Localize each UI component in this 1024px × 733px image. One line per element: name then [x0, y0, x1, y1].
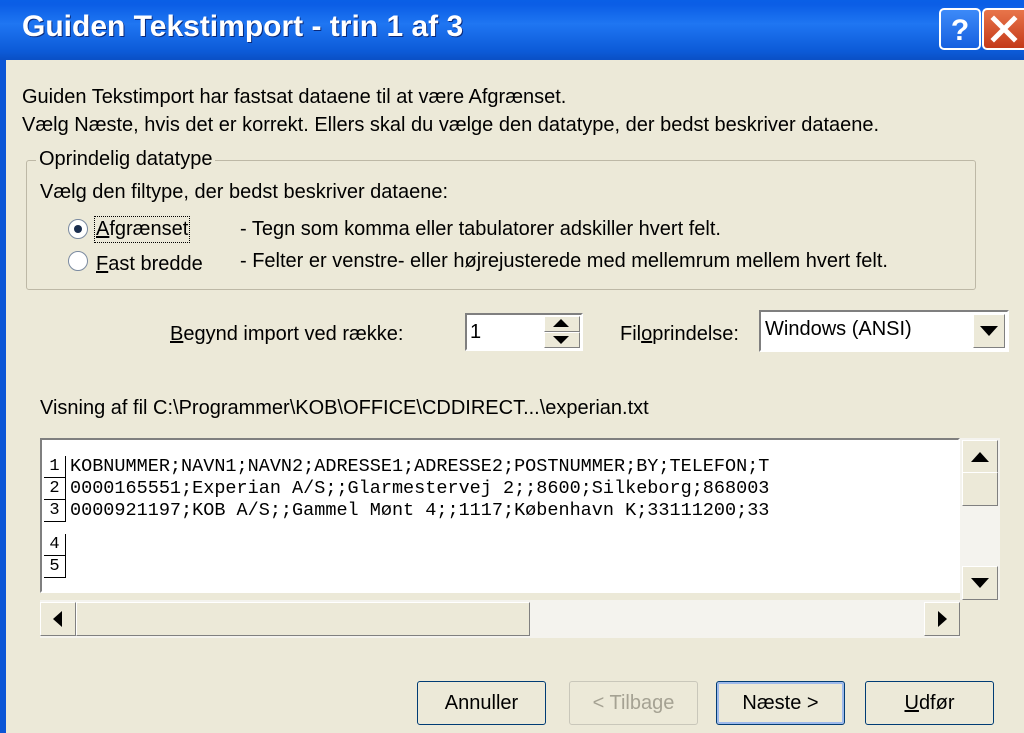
spin-up-button[interactable] [544, 316, 580, 332]
scroll-up-button[interactable] [962, 440, 998, 474]
chevron-down-icon [980, 326, 998, 336]
up-arrow-icon [971, 452, 989, 462]
finish-button[interactable]: Udfør [865, 681, 994, 725]
next-button[interactable]: Næste > [716, 681, 845, 725]
scroll-left-button[interactable] [40, 602, 76, 636]
radio-dot [74, 225, 82, 233]
accel-key: A [96, 218, 110, 240]
close-icon [990, 15, 1018, 43]
window-title: Guiden Tekstimport - trin 1 af 3 [22, 10, 464, 43]
window-frame [0, 60, 6, 733]
row-number: 3 [44, 500, 66, 522]
horizontal-scrollbar[interactable] [40, 600, 960, 638]
file-preview[interactable]: 1 KOBNUMMER;NAVN1;NAVN2;ADRESSE1;ADRESSE… [40, 438, 960, 593]
intro-line-1: Guiden Tekstimport har fastsat dataene t… [22, 86, 567, 108]
preview-row: 0000921197;KOB A/S;;Gammel Mønt 4;;1117;… [70, 500, 770, 521]
accel-key: o [641, 323, 653, 345]
radio-delimited[interactable] [68, 219, 88, 239]
accel-key: B [170, 323, 184, 345]
label-rest: dfør [918, 692, 955, 714]
help-icon: ? [951, 14, 969, 47]
file-origin-select[interactable]: Windows (ANSI) [759, 310, 1009, 352]
close-button[interactable] [982, 8, 1024, 50]
left-arrow-icon [53, 611, 62, 627]
title-bar: Guiden Tekstimport - trin 1 af 3 ? [0, 0, 1024, 60]
file-origin-label: Filoprindelse: [620, 323, 739, 346]
file-origin-value: Windows (ANSI) [765, 318, 912, 340]
label-rest: egynd import ved række: [183, 323, 404, 345]
start-row-input[interactable] [470, 317, 540, 347]
up-arrow-icon [553, 319, 569, 327]
row-number: 5 [44, 556, 66, 578]
scroll-right-button[interactable] [924, 602, 960, 636]
svg-text:?: ? [951, 14, 969, 47]
filetype-prompt: Vælg den filtype, der bedst beskriver da… [40, 181, 449, 203]
vertical-scrollbar[interactable] [960, 438, 1000, 600]
accel-key: F [96, 253, 109, 275]
dropdown-button[interactable] [973, 314, 1005, 348]
radio-fixed-width-description: - Felter er venstre- eller højrejustered… [240, 250, 888, 272]
scroll-down-button[interactable] [962, 566, 998, 600]
row-number: 4 [44, 534, 66, 556]
intro-line-2: Vælg Næste, hvis det er korrekt. Ellers … [22, 114, 880, 136]
accel-key: U [904, 692, 919, 714]
row-number: 2 [44, 478, 66, 500]
radio-fixed-width-label[interactable]: Fast bredde [96, 253, 203, 276]
radio-delimited-label[interactable]: Afgrænset [93, 216, 191, 243]
label-rest: fgrænset [109, 218, 189, 240]
vertical-scroll-thumb[interactable] [962, 472, 998, 506]
down-arrow-icon [553, 336, 569, 344]
preview-label: Visning af fil C:\Programmer\KOB\OFFICE\… [40, 397, 649, 419]
label-part: prindelse: [652, 323, 739, 345]
radio-delimited-description: - Tegn som komma eller tabulatorer adski… [240, 218, 721, 240]
cancel-button[interactable]: Annuller [417, 681, 546, 725]
label-rest: ast bredde [108, 253, 203, 275]
label-part: Fil [620, 323, 642, 345]
right-arrow-icon [938, 611, 947, 627]
start-row-label: Begynd import ved række: [170, 323, 403, 346]
radio-fixed-width[interactable] [68, 251, 88, 271]
preview-row: KOBNUMMER;NAVN1;NAVN2;ADRESSE1;ADRESSE2;… [70, 456, 770, 477]
help-button[interactable]: ? [939, 8, 981, 50]
start-row-spinner[interactable] [465, 313, 583, 351]
spin-down-button[interactable] [544, 332, 580, 348]
groupbox-legend: Oprindelig datatype [36, 148, 216, 171]
back-button[interactable]: < Tilbage [569, 681, 698, 725]
preview-row: 0000165551;Experian A/S;;Glarmestervej 2… [70, 478, 770, 499]
down-arrow-icon [971, 578, 989, 588]
row-number: 1 [44, 456, 66, 478]
horizontal-scroll-thumb[interactable] [76, 602, 530, 636]
